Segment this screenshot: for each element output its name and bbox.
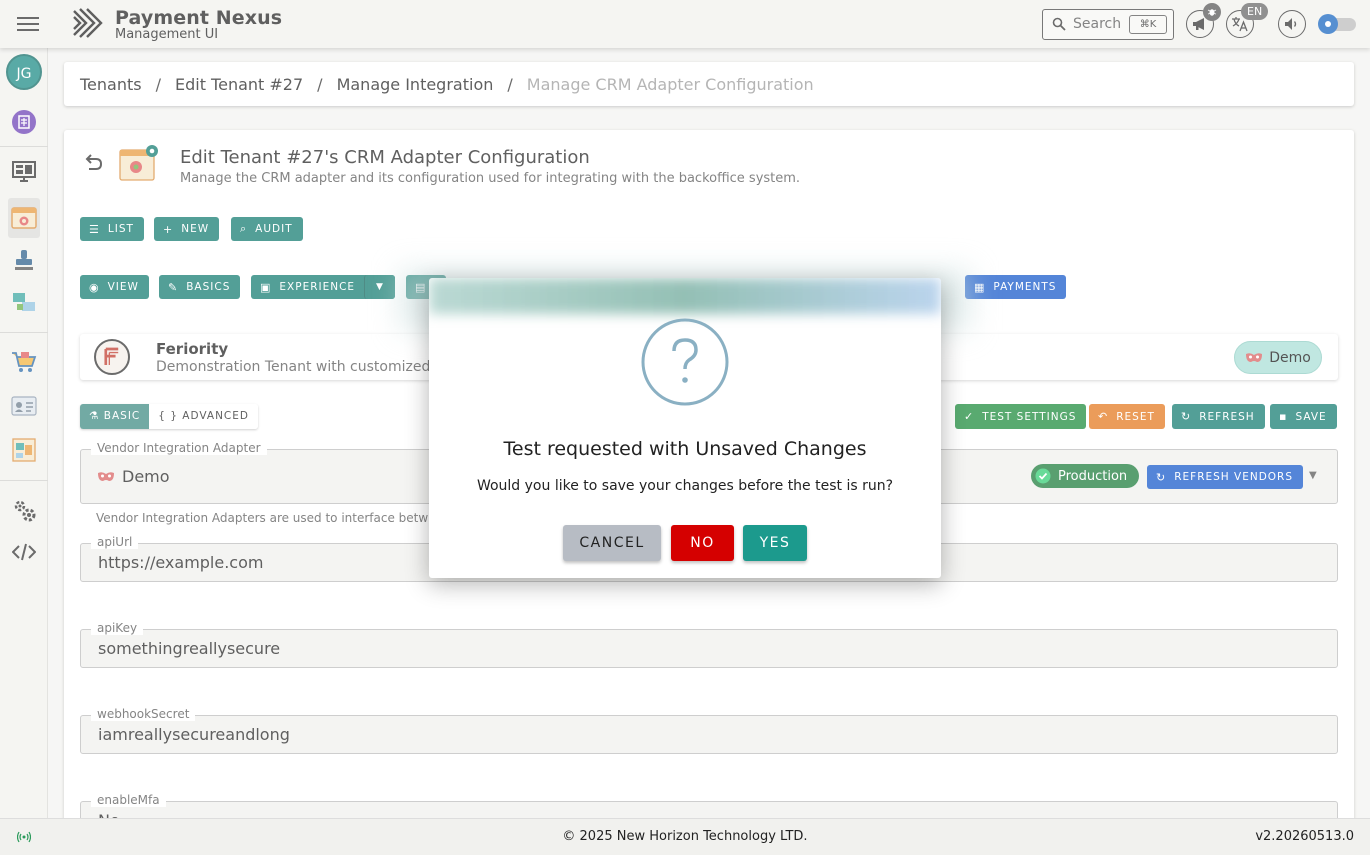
dialog-title: Test requested with Unsaved Changes (503, 438, 867, 460)
footer-copyright: © 2025 New Horizon Technology LTD. (562, 829, 808, 844)
footer-version: v2.20260513.0 (1255, 829, 1354, 844)
yes-button[interactable]: YES (743, 525, 807, 561)
unsaved-changes-dialog: Test requested with Unsaved Changes Woul… (429, 278, 941, 578)
footer: © 2025 New Horizon Technology LTD. v2.20… (0, 818, 1370, 855)
cancel-button[interactable]: CANCEL (563, 525, 661, 561)
dialog-message: Would you like to save your changes befo… (476, 478, 894, 494)
question-icon (641, 318, 729, 406)
no-button[interactable]: NO (671, 525, 734, 561)
